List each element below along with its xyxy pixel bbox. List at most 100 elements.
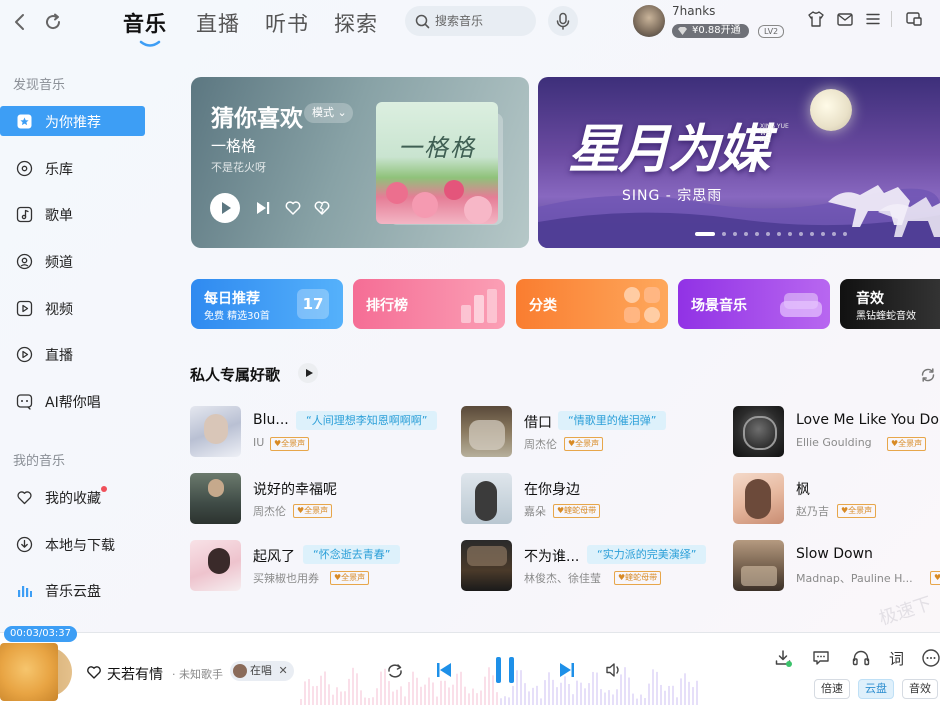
song-item[interactable]: 起风了 “怀念逝去青春” 买辣椒也用券 ♥全景声 — [190, 540, 460, 592]
pagination-dot[interactable] — [755, 232, 759, 236]
song-cover[interactable] — [190, 473, 241, 524]
pause-button[interactable] — [493, 655, 517, 685]
search-box[interactable] — [405, 6, 536, 36]
song-item[interactable]: Blu... “人间理想李知恩啊啊啊” IU ♥全景声 — [190, 406, 460, 458]
refresh-button[interactable] — [42, 11, 64, 33]
mail-button[interactable] — [836, 10, 854, 28]
song-artist[interactable]: 赵乃吉 — [796, 503, 829, 519]
card-scene-music[interactable]: 场景音乐 — [678, 279, 830, 329]
mini-mode-button[interactable] — [905, 10, 923, 28]
song-cover[interactable] — [733, 406, 784, 457]
card-daily-recommend[interactable]: 每日推荐 免费 精选30首 17 — [191, 279, 343, 329]
pagination-dot[interactable] — [744, 232, 748, 236]
more-button[interactable] — [921, 648, 940, 668]
search-input[interactable] — [435, 6, 531, 36]
song-item[interactable]: Slow Down Madnap、Pauline H... ♥ — [733, 540, 940, 592]
song-artist[interactable]: 林俊杰、徐佳莹 — [524, 570, 601, 586]
song-item[interactable]: 不为谁... “实力派的完美演绎” 林俊杰、徐佳莹 ♥蝰蛇母带 — [461, 540, 731, 592]
tab-music[interactable]: 音乐 — [123, 8, 167, 38]
album-cover[interactable]: 一格格 — [376, 102, 498, 224]
player-like-button[interactable] — [86, 664, 102, 680]
sound-effect-button[interactable]: 音效 — [902, 679, 938, 699]
song-item[interactable]: 借口 “情歌里的催泪弹” 周杰伦 ♥全景声 — [461, 406, 731, 458]
back-button[interactable] — [10, 11, 32, 33]
lyrics-button[interactable]: 词 — [889, 648, 904, 669]
guess-dislike-button[interactable] — [313, 199, 331, 217]
song-cover[interactable] — [461, 406, 512, 457]
song-item[interactable]: 枫 赵乃吉 ♥全景声 — [733, 473, 940, 525]
voice-search-button[interactable] — [548, 6, 578, 36]
player-cover[interactable] — [0, 643, 58, 701]
mode-selector[interactable]: 模式 ⌄ — [304, 103, 353, 123]
pagination-dot[interactable] — [766, 232, 770, 236]
pagination-dot[interactable] — [799, 232, 803, 236]
guess-you-like-card[interactable]: 猜你喜欢 模式 ⌄ 一格格 不是花火呀 一格格 — [191, 77, 529, 248]
guess-play-button[interactable] — [209, 192, 241, 224]
pagination-dot[interactable] — [832, 232, 836, 236]
sidebar-item-library[interactable]: 乐库 — [0, 153, 145, 183]
song-item[interactable]: Love Me Like You Do Ellie Goulding ♥全景声 — [733, 406, 940, 458]
card-categories[interactable]: 分类 — [516, 279, 668, 329]
vip-open-badge[interactable]: ¥0.88开通 — [672, 24, 749, 38]
song-cover[interactable] — [733, 540, 784, 591]
speed-button[interactable]: 倍速 — [814, 679, 850, 699]
cloud-drive-button[interactable]: 云盘 — [858, 679, 894, 699]
sidebar-item-local-download[interactable]: 本地与下载 — [0, 529, 145, 559]
pagination-dot[interactable] — [788, 232, 792, 236]
pagination-dot[interactable] — [777, 232, 781, 236]
skin-button[interactable] — [807, 10, 825, 28]
close-icon[interactable]: ✕ — [279, 664, 288, 677]
pagination-dot[interactable] — [733, 232, 737, 236]
tab-live[interactable]: 直播 — [196, 8, 240, 38]
guess-next-button[interactable] — [254, 199, 272, 217]
song-item[interactable]: 在你身边 嘉朵 ♥蝰蛇母带 — [461, 473, 731, 525]
song-artist[interactable]: 嘉朵 — [524, 503, 546, 519]
song-item[interactable]: 说好的幸福呢 周杰伦 ♥全景声 — [190, 473, 460, 525]
pagination-dot[interactable] — [821, 232, 825, 236]
sidebar-item-playlists[interactable]: 歌单 — [0, 199, 145, 229]
user-avatar[interactable] — [633, 5, 665, 37]
pagination-dot[interactable] — [810, 232, 814, 236]
pagination-dot[interactable] — [695, 232, 715, 236]
menu-button[interactable] — [864, 10, 882, 28]
song-artist[interactable]: IU — [253, 436, 264, 449]
song-cover[interactable] — [190, 406, 241, 457]
refresh-recommend-button[interactable] — [919, 366, 937, 384]
tab-audiobook[interactable]: 听书 — [265, 8, 309, 38]
song-cover[interactable] — [461, 473, 512, 524]
song-cover[interactable] — [190, 540, 241, 591]
sidebar-item-cloud-drive[interactable]: 音乐云盘 — [0, 575, 145, 605]
next-button[interactable] — [557, 660, 577, 680]
comment-button[interactable] — [811, 648, 831, 668]
sidebar-item-recommend[interactable]: 为你推荐 — [0, 106, 145, 136]
promo-banner[interactable]: 星月为媒 XING YUE WEI MEI SING - 宗思雨 — [538, 77, 940, 248]
pagination-dot[interactable] — [843, 232, 847, 236]
section-play-all-button[interactable] — [298, 363, 318, 383]
singing-chip[interactable]: 在唱 ✕ — [230, 661, 294, 681]
song-cover[interactable] — [461, 540, 512, 591]
sidebar-item-video[interactable]: 视频 — [0, 293, 145, 323]
sidebar-item-favorites[interactable]: 我的收藏 — [0, 482, 145, 512]
volume-button[interactable] — [604, 661, 624, 679]
card-charts[interactable]: 排行榜 — [353, 279, 505, 329]
listen-together-button[interactable] — [851, 648, 871, 668]
song-artist[interactable]: Ellie Goulding — [796, 436, 872, 449]
sidebar-item-channels[interactable]: 频道 — [0, 246, 145, 276]
song-artist[interactable]: 买辣椒也用券 — [253, 570, 319, 586]
song-artist[interactable]: 周杰伦 — [253, 503, 286, 519]
sidebar-item-live[interactable]: 直播 — [0, 339, 145, 369]
player-song-name[interactable]: 天若有情 — [107, 664, 163, 684]
previous-button[interactable] — [434, 660, 454, 680]
tab-explore[interactable]: 探索 — [334, 8, 378, 38]
player-artist[interactable]: · 未知歌手 — [172, 666, 223, 682]
card-sound-effects[interactable]: 音效 黑钻蝰蛇音效 — [840, 279, 940, 329]
song-cover[interactable] — [733, 473, 784, 524]
pagination-dot[interactable] — [722, 232, 726, 236]
song-artist[interactable]: Madnap、Pauline H... — [796, 570, 913, 586]
song-artist[interactable]: 周杰伦 — [524, 436, 557, 452]
username[interactable]: 7hanks — [672, 4, 715, 18]
guess-like-button[interactable] — [284, 199, 302, 217]
sidebar-item-ai-sing[interactable]: AI帮你唱 — [0, 386, 145, 416]
loop-mode-button[interactable] — [385, 662, 405, 680]
download-button[interactable] — [773, 648, 793, 668]
